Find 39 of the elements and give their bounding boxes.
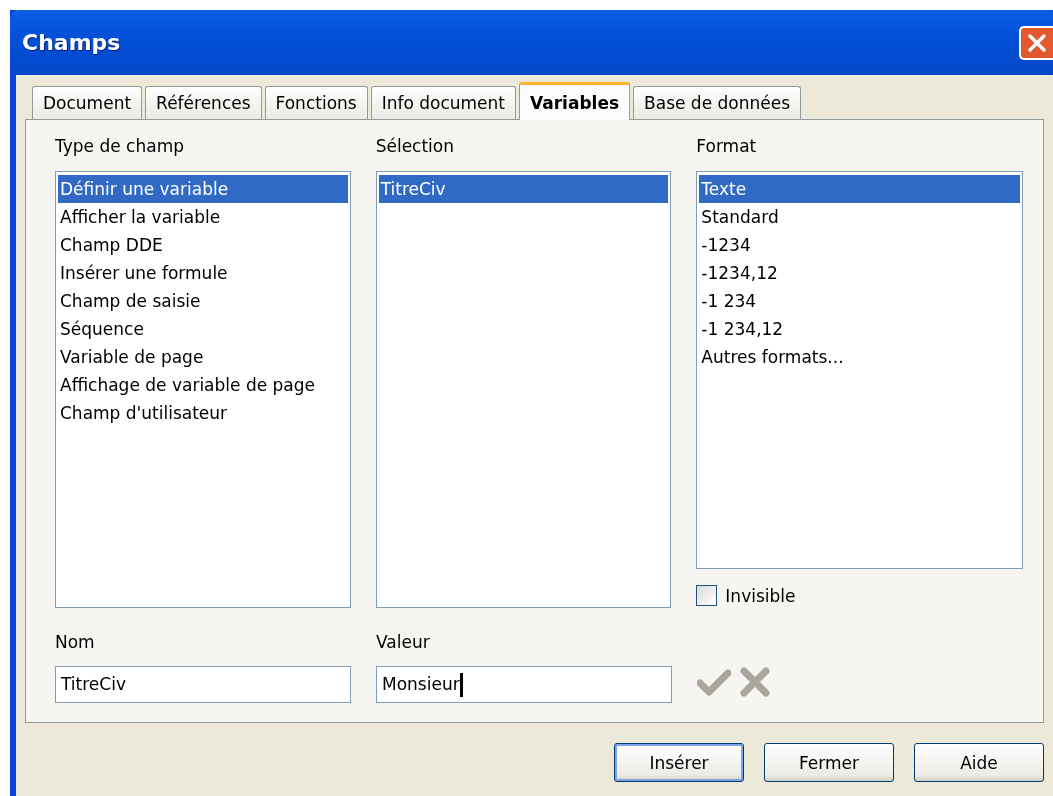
tab[interactable]: Document: [32, 86, 143, 119]
tab[interactable]: Base de données: [633, 86, 802, 119]
list-item[interactable]: Champ de saisie: [58, 287, 348, 315]
list-item[interactable]: Texte: [699, 175, 1020, 203]
list-item[interactable]: -1 234,12: [699, 315, 1020, 343]
list-item[interactable]: Autres formats...: [699, 343, 1020, 371]
list-label: Type de champ: [55, 136, 185, 158]
checkbox-label: Invisible: [725, 585, 796, 606]
list-item[interactable]: TitreCiv: [378, 175, 669, 203]
close-button[interactable]: [1019, 25, 1053, 60]
tab[interactable]: Références: [145, 86, 262, 119]
tab[interactable]: Fonctions: [264, 86, 368, 119]
tab[interactable]: Info document: [370, 86, 517, 119]
list-item[interactable]: Insérer une formule: [58, 259, 348, 287]
dialog-button[interactable]: Aide: [914, 743, 1044, 782]
checkmark-icon[interactable]: [697, 666, 731, 697]
close-icon: [1026, 31, 1048, 54]
field-label: Valeur: [376, 632, 431, 654]
list-item[interactable]: -1 234: [699, 287, 1020, 315]
tab[interactable]: Variables: [519, 82, 631, 120]
window-title: Champs: [21, 30, 121, 55]
list-item[interactable]: Variable de page: [58, 343, 348, 371]
input-field[interactable]: TitreCiv: [55, 666, 351, 703]
list-item[interactable]: -1234,12: [699, 259, 1020, 287]
dialog-button[interactable]: Insérer: [614, 743, 744, 782]
field-label: Nom: [55, 632, 96, 654]
list-item[interactable]: -1234: [699, 231, 1020, 259]
list-item[interactable]: Affichage de variable de page: [58, 371, 348, 399]
list-item[interactable]: Champ d'utilisateur: [58, 399, 348, 427]
dialog-button[interactable]: Fermer: [764, 743, 894, 782]
list-item[interactable]: Afficher la variable: [58, 203, 348, 231]
input-field[interactable]: Monsieur: [376, 666, 672, 703]
list-label: Sélection: [375, 136, 455, 158]
list-item[interactable]: Champ DDE: [58, 231, 348, 259]
checkbox[interactable]: [696, 585, 718, 606]
list-label: Format: [696, 136, 758, 158]
list-item[interactable]: Séquence: [58, 315, 348, 343]
list-item[interactable]: Définir une variable: [58, 175, 348, 203]
list-item[interactable]: Standard: [699, 203, 1020, 231]
